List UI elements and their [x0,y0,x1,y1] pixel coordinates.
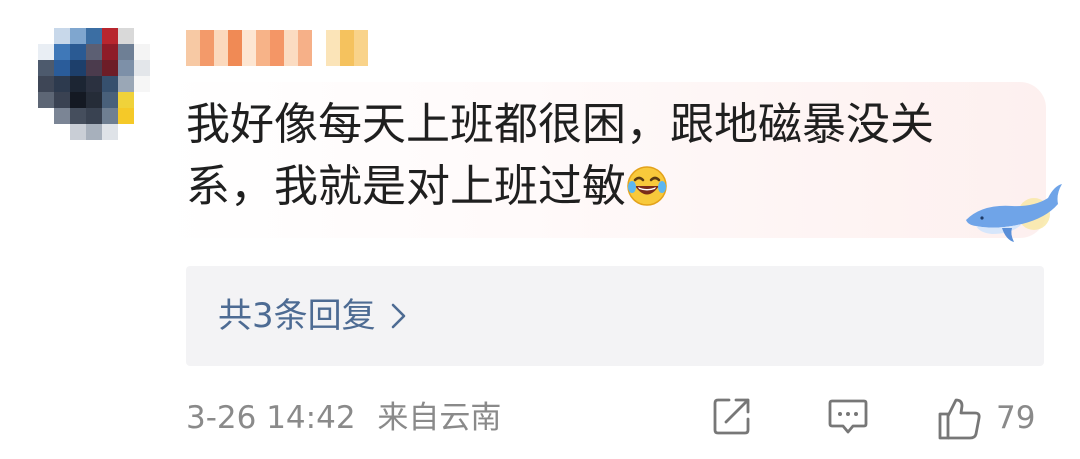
share-icon[interactable] [710,394,754,438]
username[interactable] [186,30,368,66]
view-replies-link[interactable]: 共3条回复 [218,294,408,338]
chevron-right-icon [391,303,405,329]
replies-count-label: 共3条回复 [218,296,376,336]
comment-icon[interactable] [826,394,870,438]
comment-line-2-text: 系，我就是对上班过敏 [186,161,626,212]
comment-meta: 3-26 14:42 来自云南 [186,396,501,440]
thumbs-up-icon [938,398,981,440]
comment-text: 我好像每天上班都很困，跟地磁暴没关 系，我就是对上班过敏 [186,94,976,218]
replies-panel[interactable]: 共3条回复 [186,266,1044,366]
avatar[interactable] [38,28,150,140]
location: 来自云南 [377,400,502,436]
whale-decoration-icon [966,184,1062,242]
comment-line-1: 我好像每天上班都很困，跟地磁暴没关 [186,99,934,150]
comment-line-2: 系，我就是对上班过敏 [186,156,976,218]
comment-card: 我好像每天上班都很困，跟地磁暴没关 系，我就是对上班过敏 共3条回复 3-26 … [0,0,1080,459]
timestamp: 3-26 14:42 [186,400,356,436]
like-count: 79 [996,400,1036,436]
laugh-cry-emoji-icon [627,166,667,206]
like-button[interactable]: 79 [936,394,1035,442]
